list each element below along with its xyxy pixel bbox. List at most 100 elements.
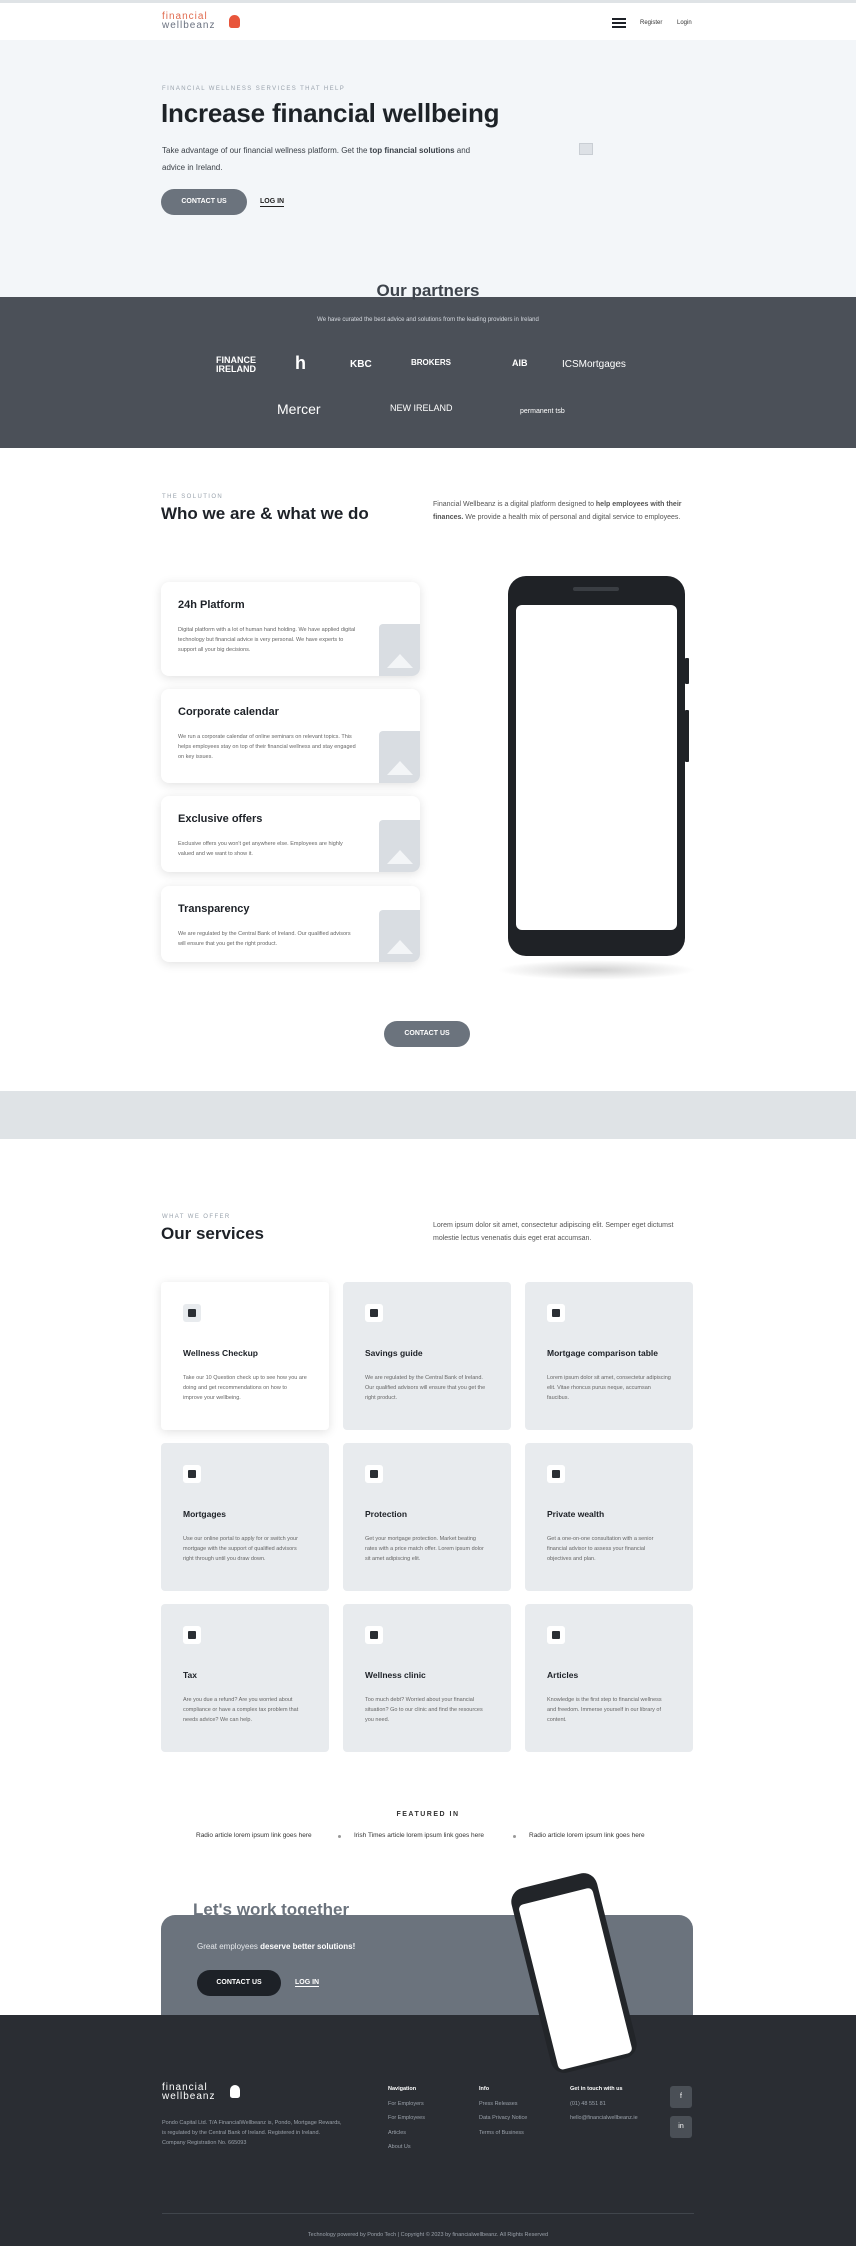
cta-text: Great employees deserve better solutions… (197, 1942, 355, 1951)
separator-dot (513, 1835, 516, 1838)
service-image-icon (183, 1304, 201, 1322)
feature-text: We are regulated by the Central Bank of … (178, 931, 351, 947)
footer-nav-link[interactable]: For Employees (388, 2115, 425, 2121)
service-card-private-wealth[interactable]: Private wealth Get a one-on-one consulta… (525, 1443, 693, 1591)
footer-copyright: Technology powered by Pondo Tech | Copyr… (307, 2232, 549, 2238)
feature-card-transparency: Transparency We are regulated by the Cen… (161, 886, 420, 962)
facebook-icon[interactable]: f (670, 2086, 692, 2108)
footer-logo[interactable]: financial wellbeanz (162, 2083, 216, 2102)
feature-card-24h-platform: 24h Platform Digital platform with a lot… (161, 582, 420, 676)
footer-logo-bean-icon (230, 2085, 240, 2098)
services-title: Our services (161, 1224, 265, 1243)
footer-info-link[interactable]: Data Privacy Notice (479, 2115, 527, 2121)
footer-description: Pondo Capital Ltd. T/A FinancialWellbean… (162, 2120, 342, 2146)
login-link[interactable]: Login (677, 20, 692, 26)
service-image-icon (183, 1465, 201, 1483)
feature-title: 24h Platform (178, 599, 245, 611)
partner-logo-brokers: BROKERS (411, 358, 452, 367)
service-text: Get a one-on-one consultation with a sen… (547, 1536, 654, 1562)
service-title: Savings guide (365, 1348, 423, 1358)
footer-info-link[interactable]: Terms of Business (479, 2130, 524, 2136)
partner-logo-h: h (295, 353, 306, 373)
cta-contact-button[interactable]: CONTACT US (197, 1970, 281, 1996)
who-intro: Financial Wellbeanz is a digital platfor… (433, 498, 689, 524)
service-card-articles[interactable]: Articles Knowledge is the first step to … (525, 1604, 693, 1752)
feature-title: Corporate calendar (178, 706, 279, 718)
services-eyebrow: WHAT WE OFFER (162, 1214, 231, 1220)
linkedin-icon[interactable]: in (670, 2116, 692, 2138)
service-card-wellness-clinic[interactable]: Wellness clinic Too much debt? Worried a… (343, 1604, 511, 1752)
image-placeholder-icon (379, 731, 420, 783)
feature-card-exclusive-offers: Exclusive offers Exclusive offers you wo… (161, 796, 420, 872)
service-title: Wellness clinic (365, 1670, 426, 1680)
hero-login-link[interactable]: LOG IN (260, 198, 285, 207)
phone-volume-button (685, 710, 689, 762)
service-text: Too much debt? Worried about your financ… (365, 1697, 483, 1723)
service-card-protection[interactable]: Protection Get your mortgage protection.… (343, 1443, 511, 1591)
service-image-icon (365, 1626, 383, 1644)
service-text: Knowledge is the first step to financial… (547, 1697, 662, 1723)
hero-contact-button[interactable]: CONTACT US (161, 189, 247, 215)
service-title: Private wealth (547, 1509, 605, 1519)
image-placeholder-icon (579, 143, 593, 155)
service-text: Use our online portal to apply for or sw… (183, 1536, 298, 1562)
hero-title: Increase financial wellbeing (161, 98, 500, 128)
hero-section: FINANCIAL WELLNESS SERVICES THAT HELP In… (0, 40, 856, 297)
partner-logo-permanent-tsb: permanent tsb (520, 408, 565, 415)
partner-logo-aib: AIB (512, 358, 528, 368)
service-card-mortgages[interactable]: Mortgages Use our online portal to apply… (161, 1443, 329, 1591)
footer-nav-title: Navigation (388, 2086, 417, 2092)
footer-phone[interactable]: (01) 48 551 81 (570, 2101, 606, 2107)
cta-text-bold: deserve better solutions! (260, 1942, 356, 1951)
footer-nav-link[interactable]: About Us (388, 2144, 411, 2150)
service-card-tax[interactable]: Tax Are you due a refund? Are you worrie… (161, 1604, 329, 1752)
footer-nav-link[interactable]: Articles (388, 2130, 406, 2136)
logo-bean-icon (229, 15, 240, 28)
partners-subtitle: We have curated the best advice and solu… (317, 317, 539, 323)
service-text: Take our 10 Question check up to see how… (183, 1375, 307, 1401)
partners-title: Our partners (376, 281, 480, 300)
partners-section: We have curated the best advice and solu… (0, 297, 856, 448)
service-title: Articles (547, 1670, 579, 1680)
who-contact-button[interactable]: CONTACT US (384, 1021, 470, 1047)
image-placeholder-icon (379, 820, 420, 872)
featured-link[interactable]: Irish Times article lorem ipsum link goe… (354, 1832, 484, 1839)
footer-info-title: Info (479, 2086, 490, 2092)
featured-link[interactable]: Radio article lorem ipsum link goes here (529, 1832, 645, 1839)
services-intro: Lorem ipsum dolor sit amet, consectetur … (433, 1222, 674, 1242)
hamburger-menu-icon[interactable] (612, 18, 626, 28)
partner-logo-mercer: Mercer (277, 401, 321, 417)
service-card-savings-guide[interactable]: Savings guide We are regulated by the Ce… (343, 1282, 511, 1430)
service-title: Mortgages (183, 1509, 226, 1519)
logo[interactable]: financial wellbeanz (162, 12, 215, 31)
partner-logo-ics-mortgages: ICSMortgages (562, 359, 626, 370)
service-image-icon (183, 1626, 201, 1644)
phone-speaker (573, 587, 619, 591)
hero-desc-bold: top financial solutions (369, 146, 455, 155)
footer-contact-title: Get in touch with us (570, 2086, 623, 2092)
service-text: We are regulated by the Central Bank of … (365, 1375, 486, 1401)
register-link[interactable]: Register (640, 20, 662, 26)
service-card-mortgage-comparison[interactable]: Mortgage comparison table Lorem ipsum do… (525, 1282, 693, 1430)
service-image-icon (365, 1304, 383, 1322)
hero-description: Take advantage of our financial wellness… (162, 142, 482, 176)
who-title: Who we are & what we do (161, 504, 369, 523)
service-title: Tax (183, 1670, 198, 1680)
feature-title: Exclusive offers (178, 813, 263, 825)
hero-desc-start: Take advantage of our financial wellness… (162, 146, 370, 155)
service-card-wellness-checkup[interactable]: Wellness Checkup Take our 10 Question ch… (161, 1282, 329, 1430)
service-image-icon (547, 1304, 565, 1322)
footer-email[interactable]: hello@financialwellbeanz.ie (570, 2115, 638, 2121)
feature-card-corporate-calendar: Corporate calendar We run a corporate ca… (161, 689, 420, 783)
site-header: financial wellbeanz Register Login (0, 0, 856, 40)
featured-in-label: FEATURED IN (396, 1811, 460, 1818)
who-intro-end: We provide a health mix of personal and … (463, 514, 681, 521)
service-title: Protection (365, 1509, 408, 1519)
cta-login-link[interactable]: LOG IN (295, 1979, 320, 1987)
service-title: Mortgage comparison table (547, 1348, 658, 1358)
footer-logo-line2: wellbeanz (162, 2091, 216, 2102)
separator-dot (338, 1835, 341, 1838)
featured-link[interactable]: Radio article lorem ipsum link goes here (196, 1832, 312, 1839)
footer-nav-link[interactable]: For Employers (388, 2101, 424, 2107)
footer-info-link[interactable]: Press Releases (479, 2101, 518, 2107)
